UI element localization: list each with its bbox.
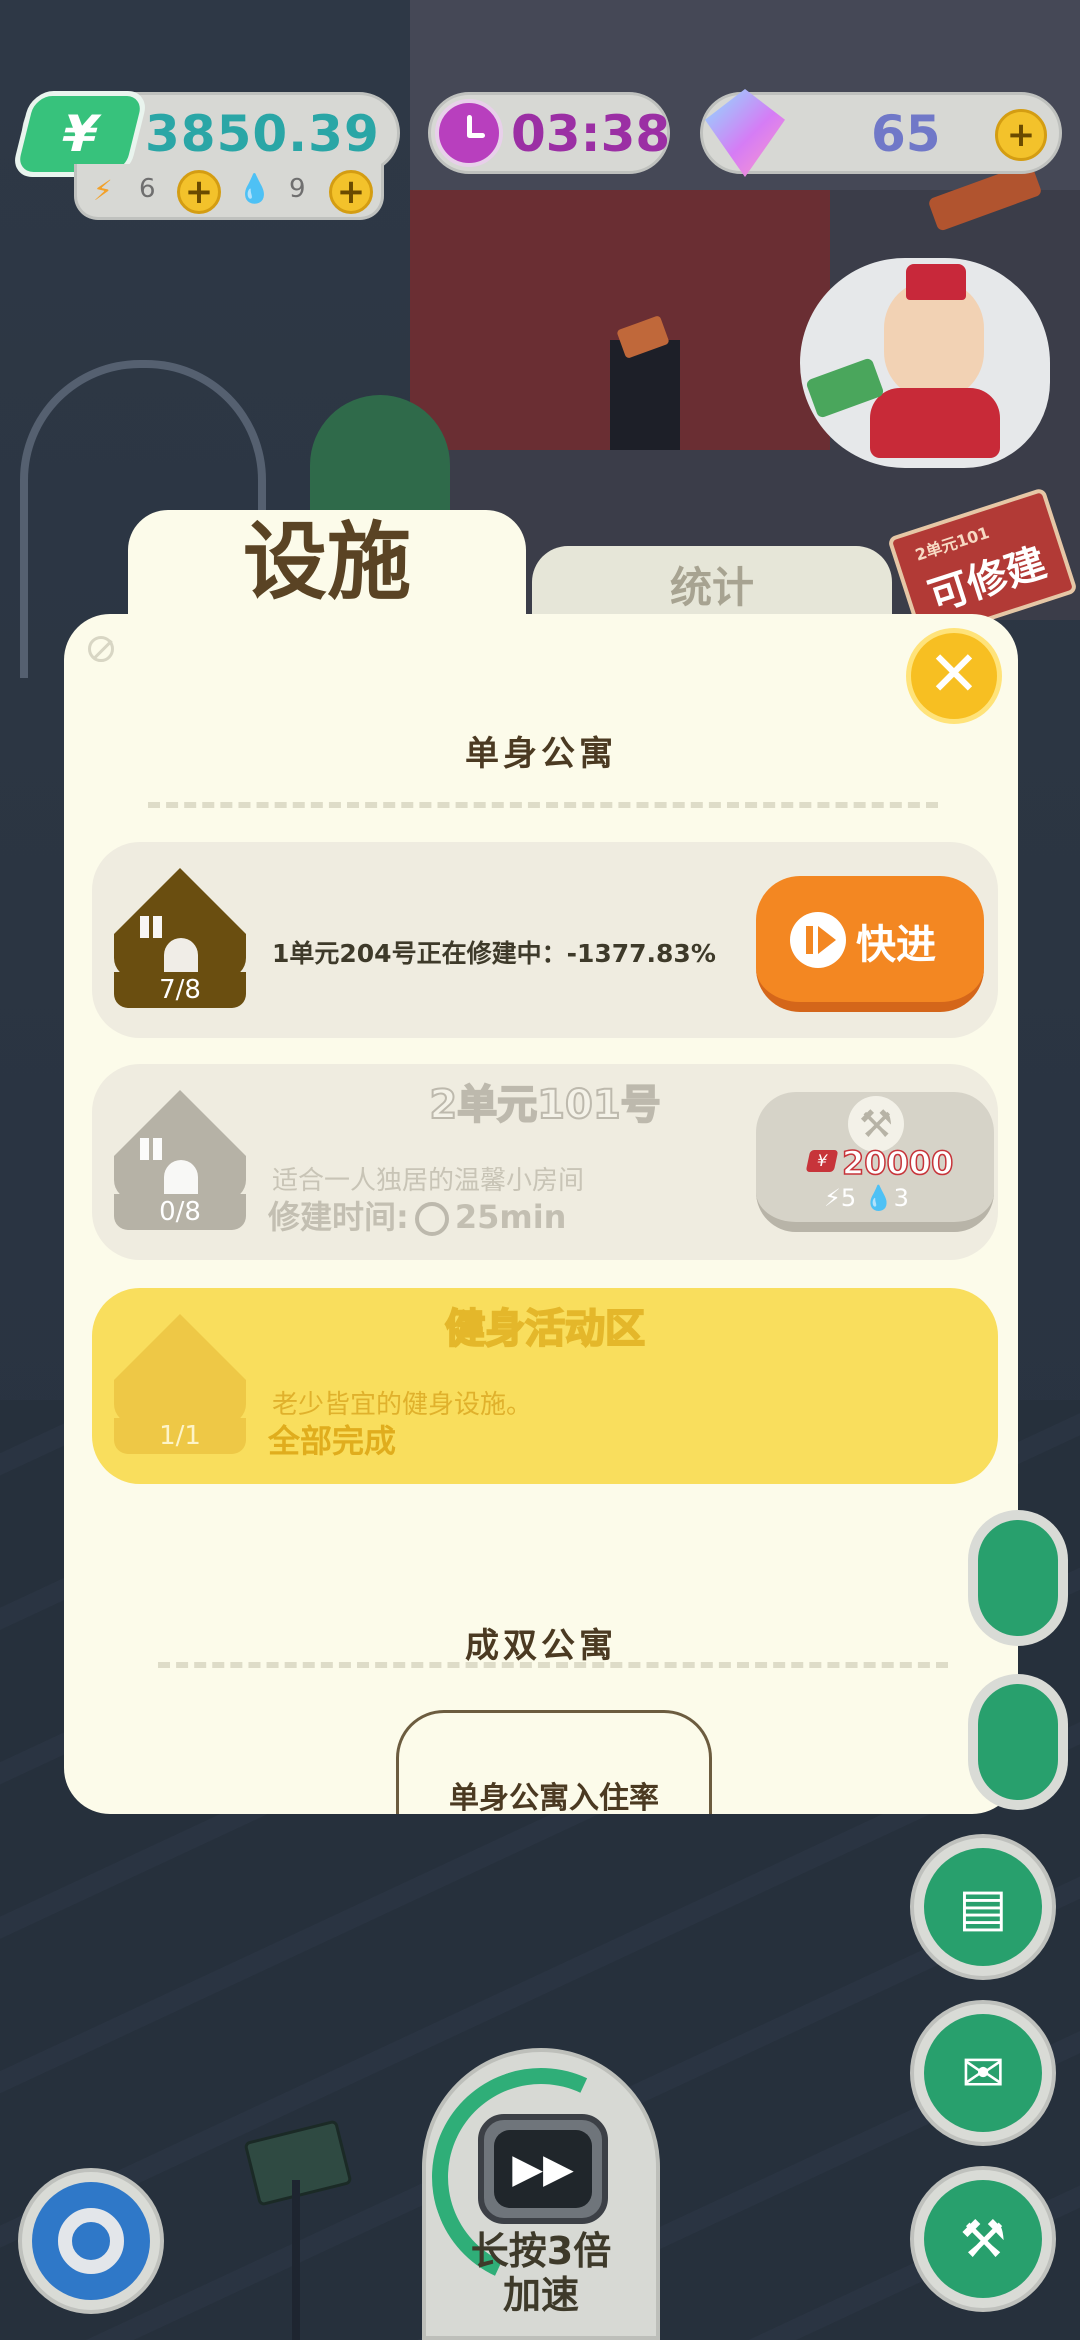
speed-up-label-line2: 加速: [502, 2272, 579, 2317]
build-requirements: ⚡5 💧3: [824, 1184, 909, 1212]
resource-counter: ⚡ 6 + 💧 9 +: [74, 164, 384, 220]
water-drop-icon: 💧: [237, 172, 272, 205]
fast-forward-label: 快进: [856, 922, 936, 968]
occupancy-card-label: 单身公寓入住率: [449, 1781, 659, 1814]
build-tools-button[interactable]: ⚒: [910, 2166, 1056, 2312]
completion-status: 全部完成: [268, 1422, 397, 1460]
required-water: 3: [893, 1184, 909, 1212]
build-time: 修建时间: 25min: [268, 1192, 566, 1238]
speed-up-button[interactable]: ▶▶ 长按3倍 加速: [401, 2037, 681, 2340]
building-door: [610, 340, 680, 450]
timer-value: 03:38: [511, 105, 671, 163]
house-progress: 0/8: [114, 1194, 246, 1230]
landlord-mascot[interactable]: [800, 258, 1050, 468]
fitness-icon: 1/1: [114, 1314, 246, 1454]
clock-icon: [435, 99, 503, 167]
house-progress: 7/8: [114, 972, 246, 1008]
section-title-couple: 成双公寓: [465, 1626, 617, 1666]
build-time-label: 修建时间:: [268, 1198, 409, 1236]
mascot-hat: [906, 264, 966, 300]
build-time-value: 25min: [454, 1198, 567, 1236]
facilities-panel: 单身公寓 7/8 1单元204号正在修建中：-1377.83% 快进 2单元10…: [64, 614, 1018, 1814]
facility-card-completed: 健身活动区 1/1 老少皆宜的健身设施。 全部完成: [92, 1288, 998, 1484]
build-cost: 20000: [841, 1143, 954, 1183]
clipboard-icon: ▤: [958, 1878, 1008, 1938]
section-divider: [148, 802, 938, 808]
mascot-body: [870, 388, 1000, 458]
close-button[interactable]: ✕: [906, 628, 1002, 724]
water-value: 9: [289, 174, 306, 204]
side-button-partial[interactable]: [968, 1510, 1068, 1646]
gem-counter: 65 +: [700, 89, 1062, 177]
construction-status: 1单元204号正在修建中：-1377.83%: [272, 939, 716, 968]
tasks-button[interactable]: ▤: [910, 1834, 1056, 1980]
yen-icon: ¥: [805, 1150, 839, 1172]
speed-up-label-line1: 长按3倍: [470, 2229, 612, 2273]
gem-icon: [705, 89, 785, 177]
side-button-partial[interactable]: [968, 1674, 1068, 1810]
stopwatch-icon: [414, 1202, 449, 1236]
gear-icon: [58, 2208, 124, 2274]
facility-progress: 1/1: [114, 1418, 246, 1454]
add-gems-button[interactable]: +: [995, 109, 1047, 161]
facility-card-in-progress: 7/8 1单元204号正在修建中：-1377.83% 快进: [92, 842, 998, 1038]
speed-up-label: 长按3倍 加速: [426, 2229, 656, 2317]
fast-forward-button[interactable]: 快进: [756, 876, 984, 1012]
no-ads-icon[interactable]: [88, 636, 114, 662]
section-divider: [158, 1662, 948, 1668]
tv-fast-forward-icon: ▶▶: [478, 2114, 608, 2224]
gem-value: 65: [871, 105, 941, 163]
settings-button[interactable]: [18, 2168, 164, 2314]
energy-value: 6: [139, 174, 156, 204]
add-energy-button[interactable]: +: [177, 170, 221, 214]
cash-counter: ¥ 3850.39: [10, 91, 400, 177]
required-energy: 5: [840, 1184, 857, 1212]
facility-card-buildable: 2单元101号 0/8 适合一人独居的温馨小房间 修建时间: 25min ⚒ ¥ …: [92, 1064, 998, 1260]
hammer-wrench-icon: ⚒: [959, 2210, 1007, 2270]
house-icon: 7/8: [114, 868, 246, 1008]
envelope-icon: ✉: [961, 2044, 1005, 2104]
add-water-button[interactable]: +: [329, 170, 373, 214]
occupancy-card[interactable]: 单身公寓入住率: [396, 1710, 712, 1814]
mail-button[interactable]: ✉: [910, 2000, 1056, 2146]
cash-value: 3850.39: [145, 105, 380, 163]
timer-counter: 03:38: [428, 92, 670, 174]
tab-facilities-label: 设施: [242, 513, 411, 611]
build-button[interactable]: ⚒ ¥ 20000 ⚡5 💧3: [756, 1092, 994, 1232]
fast-forward-icon: [790, 912, 846, 968]
tab-statistics-label: 统计: [669, 563, 754, 612]
house-icon: 0/8: [114, 1090, 246, 1230]
lightning-icon: ⚡: [93, 174, 113, 207]
street-sign-pole: [292, 2180, 300, 2340]
section-title-single: 单身公寓: [465, 734, 617, 774]
